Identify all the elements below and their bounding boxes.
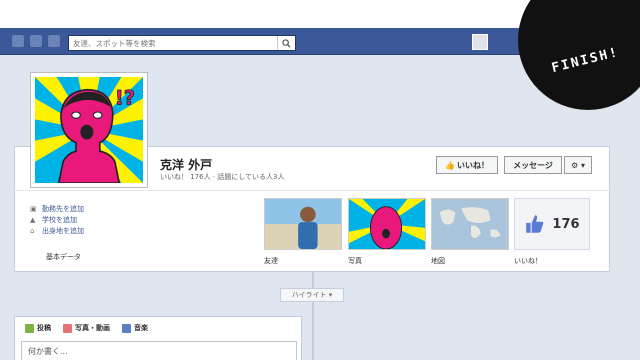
home-icon: ⌂ [30, 226, 35, 235]
tab-photo-video[interactable]: 写真・動画 [63, 323, 110, 333]
thumbs-up-icon [526, 215, 544, 233]
tab-music[interactable]: 音楽 [122, 323, 148, 333]
settings-dropdown-button[interactable]: ⚙ ▾ [564, 156, 592, 174]
status-input[interactable]: 何か書く... [21, 341, 297, 360]
header-divider [14, 190, 610, 191]
friend-photo-image [265, 199, 341, 249]
camera-icon [63, 323, 72, 333]
composer-tabs: 投稿 写真・動画 音楽 [15, 317, 301, 339]
friends-thumbnail[interactable] [264, 198, 342, 250]
magnifier-icon [282, 38, 291, 48]
basic-data-link[interactable]: 基本データ [46, 252, 81, 262]
finish-badge: FINISH! [518, 0, 640, 110]
tab-post[interactable]: 投稿 [25, 323, 51, 333]
add-hometown-link[interactable]: ⌂ 出身地を追加 [30, 225, 84, 236]
pop-art-face-image: !? [35, 77, 143, 184]
search-box [68, 35, 296, 51]
tab-label: 音楽 [134, 324, 148, 332]
like-button-label: いいね！ [456, 160, 489, 170]
likes-tile[interactable]: 176 [514, 198, 590, 250]
likes-count: 176 [552, 216, 580, 232]
like-button[interactable]: 👍 いいね！ [436, 156, 498, 174]
post-composer: 投稿 写真・動画 音楽 何か書く... [14, 316, 302, 360]
friends-label[interactable]: 友達 [264, 256, 278, 266]
svg-text:!?: !? [115, 87, 135, 110]
info-list: ▣ 勤務先を追加 ▲ 学校を追加 ⌂ 出身地を追加 [30, 203, 84, 236]
tab-label: 写真・動画 [75, 324, 110, 332]
post-icon [25, 323, 34, 333]
nav-user-avatar[interactable] [472, 34, 488, 50]
photos-thumbnail[interactable] [348, 198, 426, 250]
map-thumbnail[interactable] [431, 198, 509, 250]
timeline-spine [312, 272, 314, 360]
message-button-label: メッセージ [513, 160, 553, 170]
gear-icon: ⚙ ▾ [571, 160, 585, 170]
add-school-link[interactable]: ▲ 学校を追加 [30, 214, 84, 225]
likes-label[interactable]: いいね！ [514, 256, 542, 266]
search-input[interactable] [69, 36, 277, 50]
info-label: 学校を追加 [42, 215, 77, 224]
highlight-dropdown[interactable]: ハイライト ▾ [280, 288, 344, 302]
notifications-icon[interactable] [48, 35, 60, 47]
school-icon: ▲ [30, 215, 36, 224]
photo-popart-image [349, 199, 425, 250]
thumbs-up-icon: 👍 [445, 160, 455, 170]
add-work-link[interactable]: ▣ 勤務先を追加 [30, 203, 84, 214]
friend-requests-icon[interactable] [12, 35, 24, 47]
search-button[interactable] [277, 36, 295, 50]
info-label: 勤務先を追加 [42, 204, 84, 213]
briefcase-icon: ▣ [30, 204, 37, 213]
messages-icon[interactable] [30, 35, 42, 47]
nav-notification-icons [12, 35, 60, 47]
map-label[interactable]: 地図 [431, 256, 445, 266]
music-icon [122, 323, 131, 333]
finish-label: FINISH! [549, 44, 621, 76]
photos-label[interactable]: 写真 [348, 256, 362, 266]
profile-name: 克洋 外戸 [160, 158, 213, 172]
profile-picture[interactable]: !? [30, 72, 148, 188]
world-map-image [432, 199, 508, 249]
tab-label: 投稿 [37, 324, 51, 332]
profile-stats: いいね！ 176人 · 話題にしている人3人 [160, 173, 285, 181]
info-label: 出身地を追加 [42, 226, 84, 235]
message-button[interactable]: メッセージ [504, 156, 562, 174]
